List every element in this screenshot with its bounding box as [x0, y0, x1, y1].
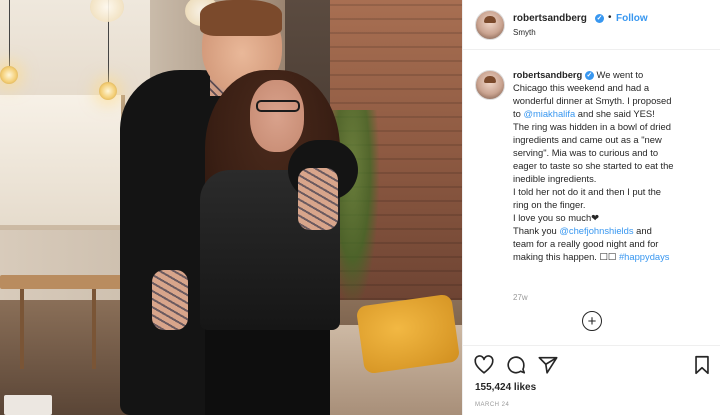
photo-pillow	[355, 293, 461, 375]
caption-text: ingredients and came out as a "new	[513, 134, 662, 145]
plus-circle-icon: +	[587, 312, 597, 330]
avatar[interactable]	[475, 10, 505, 40]
caption-text: making this happen. ☐☐	[513, 251, 617, 262]
load-more-comments-button[interactable]: +	[582, 311, 602, 331]
caption-text: to	[513, 108, 521, 119]
post-panel: robertsandberg ✓ • Follow Smyth robertsa…	[462, 0, 720, 415]
caption-text: team for a really good night and for	[513, 238, 659, 249]
verified-badge-icon: ✓	[595, 14, 604, 23]
caption-text: The ring was hidden in a bowl of dried	[513, 121, 671, 132]
photo-table	[0, 275, 140, 289]
follow-button[interactable]: Follow	[616, 13, 648, 24]
mention-link[interactable]: @miakhalifa	[523, 108, 575, 119]
post-date: MARCH 24	[475, 402, 510, 408]
photo-pendant-lamp	[99, 82, 117, 100]
verified-badge-icon: ✓	[584, 71, 594, 81]
caption-text: eager to taste so she started to eat the	[513, 160, 674, 171]
caption-text: wonderful dinner at Smyth. I proposed	[513, 95, 672, 106]
share-icon[interactable]	[537, 354, 559, 376]
photo-stool-leg	[20, 289, 24, 369]
post-actions: 155,424 likes MARCH 24	[463, 345, 720, 415]
mention-link[interactable]: @chefjohnshields	[559, 225, 633, 236]
caption-text: serving". Mia was to curious and to	[513, 147, 659, 158]
photo-woman-legs	[205, 325, 330, 415]
caption-text: Thank you	[513, 225, 557, 236]
location-link[interactable]: Smyth	[513, 28, 536, 37]
separator-dot: •	[608, 12, 612, 23]
caption-text: I told her not do it and then I put the	[513, 186, 662, 197]
photo-woman-face	[250, 80, 304, 152]
avatar[interactable]	[475, 70, 505, 100]
caption-text: and	[636, 225, 652, 236]
post-caption: robertsandberg ✓ We went to Chicago this…	[513, 68, 713, 263]
photo-man-hand	[152, 270, 188, 330]
header-username[interactable]: robertsandberg	[513, 13, 587, 24]
photo-watermark	[4, 395, 52, 415]
caption-text: We went to	[596, 69, 644, 80]
photo-glasses	[256, 100, 300, 112]
comment-icon[interactable]	[505, 354, 527, 376]
photo-stool-leg	[92, 289, 96, 369]
caption-text: ring on the finger.	[513, 199, 586, 210]
post-header: robertsandberg ✓ • Follow Smyth	[463, 0, 720, 50]
photo-lamp-cord	[9, 0, 10, 68]
post-age[interactable]: 27w	[513, 293, 528, 302]
photo-man-hair	[200, 0, 282, 36]
caption-section: robertsandberg ✓ We went to Chicago this…	[463, 60, 720, 305]
post-photo[interactable]	[0, 0, 462, 415]
heart-icon[interactable]	[473, 354, 495, 376]
photo-window	[0, 95, 125, 225]
caption-username[interactable]: robertsandberg	[513, 69, 582, 80]
bookmark-icon[interactable]	[691, 354, 713, 376]
caption-text: inedible ingredients.	[513, 173, 597, 184]
likes-count[interactable]: 155,424 likes	[475, 382, 536, 393]
hashtag-link[interactable]: #happydays	[619, 251, 670, 262]
photo-pendant-lamp	[0, 66, 18, 84]
caption-text: Chicago this weekend and had a	[513, 82, 650, 93]
caption-text: I love you so much❤	[513, 212, 600, 223]
caption-text: and she said YES!	[577, 108, 655, 119]
photo-man-hand	[298, 168, 338, 230]
